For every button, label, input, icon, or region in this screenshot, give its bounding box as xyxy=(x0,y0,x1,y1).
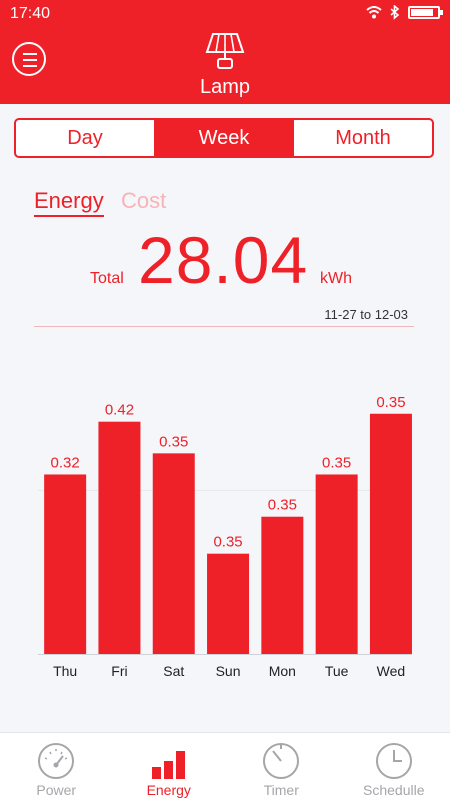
chart-bar xyxy=(316,474,358,654)
tab-energy[interactable]: Energy xyxy=(34,188,104,217)
nav-power[interactable]: Power xyxy=(0,733,113,801)
tab-cost[interactable]: Cost xyxy=(121,188,166,214)
chart-bar xyxy=(261,517,303,654)
bar-chart-icon xyxy=(149,741,189,781)
chart-value-label: 0.32 xyxy=(51,454,80,471)
menu-button[interactable] xyxy=(12,42,46,76)
battery-icon xyxy=(408,6,440,19)
chart-value-label: 0.42 xyxy=(105,402,134,419)
bottom-nav: Power Energy Timer Schedulle xyxy=(0,732,450,801)
energy-bar-chart: 0.32 Thu 0.42 Fri 0.35 Sat 0.35 Sun 0.35 Mon 0.35 T… xyxy=(0,390,450,690)
status-bar: 17:40 xyxy=(0,0,450,28)
nav-timer-label: Timer xyxy=(225,782,338,798)
chart-value-label: 0.35 xyxy=(322,454,351,471)
chart-category-label: Sun xyxy=(216,663,241,679)
gauge-icon xyxy=(36,741,76,781)
total-value: 28.04 xyxy=(138,222,308,298)
chart-value-label: 0.35 xyxy=(213,534,242,551)
date-range: 11-27 to 12-03 xyxy=(324,307,408,322)
period-selector: Day Week Month xyxy=(14,118,434,158)
timer-icon xyxy=(261,741,301,781)
chart-bar xyxy=(370,414,412,654)
wifi-icon xyxy=(366,6,382,19)
chart-category-label: Sat xyxy=(163,663,184,679)
chart-bar xyxy=(153,453,195,654)
nav-energy[interactable]: Energy xyxy=(113,733,226,801)
app-header: Lamp xyxy=(0,28,450,104)
tab-month[interactable]: Month xyxy=(293,120,432,156)
nav-schedule[interactable]: Schedulle xyxy=(338,733,450,801)
tab-day[interactable]: Day xyxy=(16,120,154,156)
clock-icon xyxy=(374,741,414,781)
chart-value-label: 0.35 xyxy=(159,433,188,450)
status-time: 17:40 xyxy=(10,5,50,23)
nav-schedule-label: Schedulle xyxy=(338,782,450,798)
chart-bar xyxy=(207,554,249,654)
bluetooth-icon xyxy=(390,5,400,20)
nav-energy-label: Energy xyxy=(113,782,226,798)
divider xyxy=(34,326,414,327)
chart-category-label: Wed xyxy=(377,663,406,679)
tab-week[interactable]: Week xyxy=(154,120,293,156)
page-title: Lamp xyxy=(0,76,450,99)
chart-value-label: 0.35 xyxy=(376,394,405,411)
chart-category-label: Mon xyxy=(269,663,296,679)
nav-timer[interactable]: Timer xyxy=(225,733,338,801)
chart-category-label: Fri xyxy=(111,663,127,679)
chart-bar xyxy=(44,474,86,654)
chart-value-label: 0.35 xyxy=(268,497,297,514)
nav-power-label: Power xyxy=(0,782,113,798)
total-label: Total xyxy=(90,270,124,288)
lamp-icon xyxy=(205,32,245,76)
chart-category-label: Tue xyxy=(325,663,349,679)
chart-bar xyxy=(98,422,140,654)
chart-category-label: Thu xyxy=(53,663,77,679)
total-unit: kWh xyxy=(320,270,352,288)
